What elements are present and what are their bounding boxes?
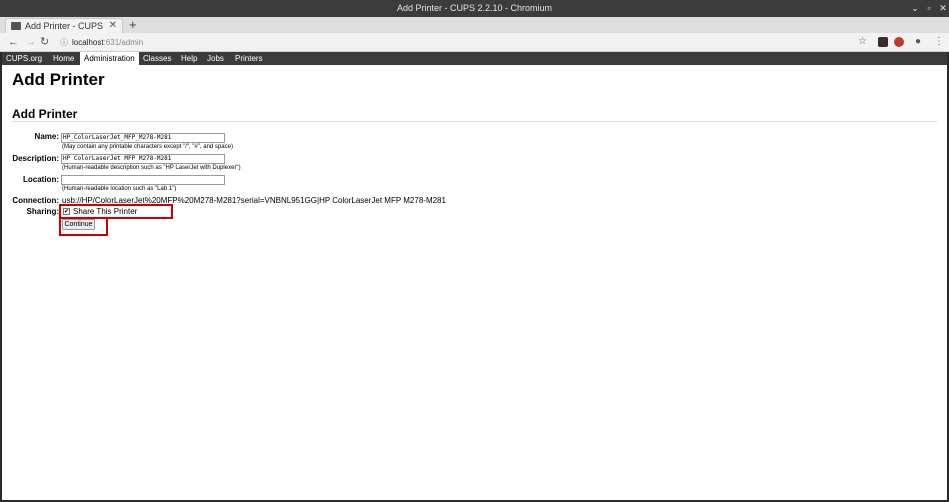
menu-icon[interactable]: ⋮ xyxy=(934,35,944,49)
location-hint: (Human-readable location such as "Lab 1"… xyxy=(62,186,177,192)
description-input[interactable]: HP ColorLaserJet MFP M278-M281 xyxy=(61,154,225,164)
nav-printers[interactable]: Printers xyxy=(231,52,267,65)
location-label: Location: xyxy=(23,175,59,184)
reload-icon[interactable]: ↻ xyxy=(40,35,49,49)
address-host: localhost xyxy=(72,38,104,47)
section-divider xyxy=(12,121,937,122)
sharing-label: Sharing: xyxy=(26,207,59,216)
shield-extension-icon[interactable] xyxy=(894,37,904,47)
tab-label: Add Printer - CUPS 2.2.1 xyxy=(25,21,105,31)
name-input[interactable]: HP_ColorLaserJet_MFP_M278-M281 xyxy=(61,133,225,143)
share-printer-checkbox[interactable]: ✔ xyxy=(63,208,70,215)
description-hint: (Human-readable description such as "HP … xyxy=(62,165,241,171)
connection-label: Connection: xyxy=(12,196,59,205)
location-input[interactable] xyxy=(61,175,225,185)
continue-button[interactable]: Continue xyxy=(62,219,95,230)
share-printer-label[interactable]: Share This Printer xyxy=(73,207,137,216)
minimize-icon[interactable]: ⌄ xyxy=(909,2,921,14)
page-title: Add Printer xyxy=(12,70,105,89)
site-info-icon[interactable]: ⓘ xyxy=(60,35,68,50)
nav-help[interactable]: Help xyxy=(177,52,201,65)
bookmark-star-icon[interactable]: ☆ xyxy=(858,35,867,49)
browser-frame xyxy=(0,0,949,502)
close-window-icon[interactable]: ✕ xyxy=(937,2,949,14)
nav-cups-org[interactable]: CUPS.org xyxy=(2,52,46,65)
window-title: Add Printer - CUPS 2.2.10 - Chromium xyxy=(396,3,553,13)
name-hint: (May contain any printable characters ex… xyxy=(62,144,233,150)
back-icon[interactable]: ← xyxy=(8,35,19,49)
nav-jobs[interactable]: Jobs xyxy=(203,52,228,65)
tab-close-icon[interactable]: ✕ xyxy=(109,20,117,31)
cups-navbar: CUPS.org Home Administration Classes Hel… xyxy=(2,52,947,65)
maximize-icon[interactable]: ▫ xyxy=(923,2,935,14)
address-path: :631/admin xyxy=(103,38,144,47)
extension-icon[interactable] xyxy=(878,37,888,47)
address-text: localhost:631/admin xyxy=(72,35,143,50)
tab-add-printer[interactable]: Add Printer - CUPS 2.2.1 ✕ xyxy=(5,18,123,33)
account-icon[interactable]: ● xyxy=(915,35,921,49)
browser-toolbar: ← → ↻ ⓘ localhost:631/admin ☆ ● ⋮ xyxy=(0,33,949,52)
forward-icon[interactable]: → xyxy=(25,35,36,49)
window-titlebar: Add Printer - CUPS 2.2.10 - Chromium ⌄ ▫… xyxy=(0,0,949,17)
new-tab-button[interactable]: + xyxy=(129,17,137,32)
tab-strip: Add Printer - CUPS 2.2.1 ✕ + xyxy=(0,17,949,33)
name-label: Name: xyxy=(34,132,59,141)
nav-classes[interactable]: Classes xyxy=(139,52,175,65)
address-bar[interactable]: ⓘ localhost:631/admin xyxy=(57,35,847,50)
nav-home[interactable]: Home xyxy=(49,52,78,65)
section-title: Add Printer xyxy=(12,107,78,121)
page-favicon-icon xyxy=(11,22,21,30)
description-label: Description: xyxy=(12,154,59,163)
nav-administration[interactable]: Administration xyxy=(80,52,139,65)
